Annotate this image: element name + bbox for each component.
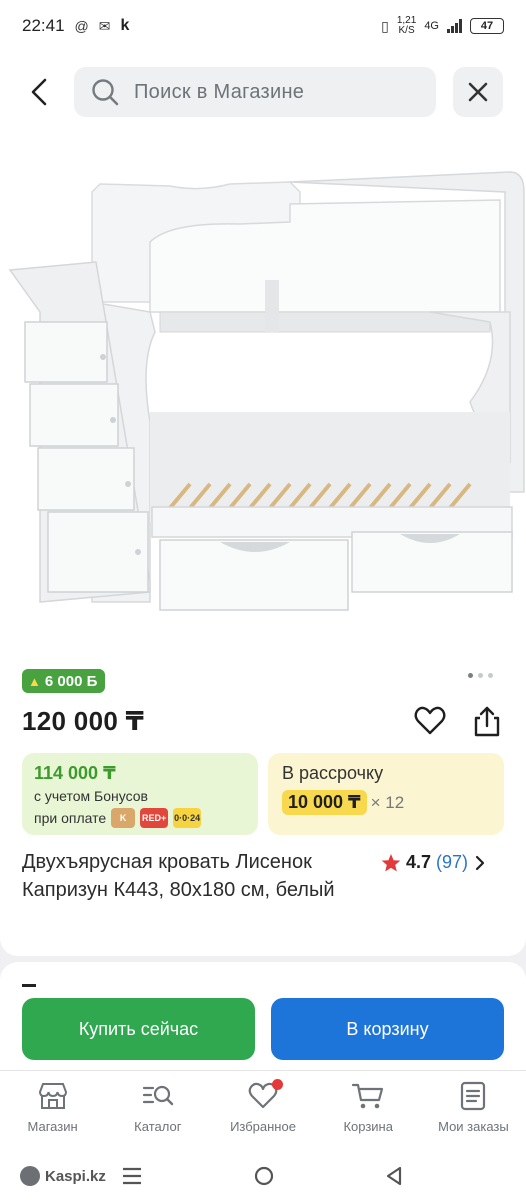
review-count[interactable]: (97) <box>436 852 468 873</box>
recent-apps-icon[interactable] <box>120 1164 144 1188</box>
chevron-right-icon <box>475 855 485 870</box>
rating-score: 4.7 <box>406 852 432 872</box>
product-card: ▲ 6 000 Б 120 000 ₸ 114 000 ₸ с учетом Б… <box>0 132 526 956</box>
shop-icon <box>38 1083 67 1109</box>
nav-item-catalog[interactable]: Каталог <box>105 1071 210 1152</box>
bonus-payment-methods: при оплате K RED+ 0·0·24 <box>34 808 202 828</box>
section-heading-stub <box>22 984 36 987</box>
system-navigation-bar: Kaspi.kz <box>0 1152 526 1200</box>
home-icon[interactable] <box>252 1164 276 1188</box>
back-nav-icon[interactable] <box>382 1164 406 1188</box>
kaspi-brand: Kaspi.kz <box>20 1166 106 1186</box>
pagination-dot <box>478 673 483 678</box>
pagination-dot <box>488 673 493 678</box>
favorite-button[interactable] <box>413 704 447 738</box>
notification-dot <box>272 1079 284 1090</box>
header: Поиск в Магазине <box>0 52 526 132</box>
bunk-bed-image <box>8 171 525 611</box>
catalog-search-icon <box>142 1085 173 1106</box>
back-button[interactable] <box>22 74 56 110</box>
add-to-cart-button[interactable]: В корзину <box>271 998 504 1060</box>
mail-icon: ✉ <box>98 17 111 34</box>
orders-icon <box>461 1081 486 1111</box>
vibrate-icon: ▯ <box>381 17 389 34</box>
bonus-price-box[interactable]: 114 000 ₸ с учетом Бонусов при оплате K … <box>22 753 258 835</box>
cart-icon <box>352 1083 384 1109</box>
installment-amount: 10 000 ₸ <box>282 790 367 815</box>
installment-multiplier: × 12 <box>370 792 405 812</box>
installment-title: В рассрочку <box>282 763 384 783</box>
pagination-dot <box>468 673 473 678</box>
network-type: 4G <box>424 20 439 32</box>
chevron-left-icon <box>31 78 47 106</box>
bonus-note: с учетом Бонусов <box>34 788 148 804</box>
heart-icon <box>414 706 446 735</box>
network-speed: 1,21 K/S <box>396 15 417 36</box>
red-plus-icon: RED+ <box>140 808 169 828</box>
nav-item-shop[interactable]: Магазин <box>0 1071 105 1152</box>
star-icon <box>381 853 401 871</box>
flame-icon: ▲ <box>28 673 41 689</box>
battery-icon: 47 <box>470 18 504 34</box>
search-placeholder: Поиск в Магазине <box>134 80 305 103</box>
installment-box[interactable]: В рассрочку 10 000 ₸ × 12 <box>268 753 504 835</box>
installment-0-0-24-icon: 0·0·24 <box>173 808 202 828</box>
status-bar: 22:41 @ ✉ k ▯ 1,21 K/S 4G 47 <box>0 0 526 52</box>
close-icon <box>468 82 488 102</box>
share-button[interactable] <box>470 704 504 738</box>
search-input[interactable]: Поиск в Магазине <box>74 67 436 117</box>
signal-icon <box>447 19 462 33</box>
nav-item-cart[interactable]: Корзина <box>316 1071 421 1152</box>
kaspi-gold-icon: K <box>111 808 136 828</box>
buy-now-button[interactable]: Купить сейчас <box>22 998 255 1060</box>
product-image[interactable] <box>0 162 526 642</box>
nav-item-orders[interactable]: Мои заказы <box>421 1071 526 1152</box>
nav-item-favorites[interactable]: Избранное <box>210 1071 315 1152</box>
threads-icon: @ <box>74 18 89 34</box>
kaspi-logo-icon <box>20 1166 40 1186</box>
close-search-button[interactable] <box>453 67 503 117</box>
product-title: Двухъярусная кровать Лисенок Капризун К4… <box>22 851 335 901</box>
bonus-price: 114 000 ₸ <box>34 763 116 783</box>
kaspi-app-icon: k <box>120 17 130 34</box>
bonus-badge: ▲ 6 000 Б <box>22 669 106 693</box>
share-icon <box>474 706 500 737</box>
product-rating[interactable]: 4.7 (97) <box>381 852 487 873</box>
search-icon <box>92 79 119 106</box>
status-time: 22:41 <box>22 16 65 35</box>
bottom-navigation: Магазин Каталог Избранное Корзина Мои за… <box>0 1070 526 1152</box>
image-pagination <box>468 673 493 678</box>
product-price: 120 000 ₸ <box>22 706 144 736</box>
